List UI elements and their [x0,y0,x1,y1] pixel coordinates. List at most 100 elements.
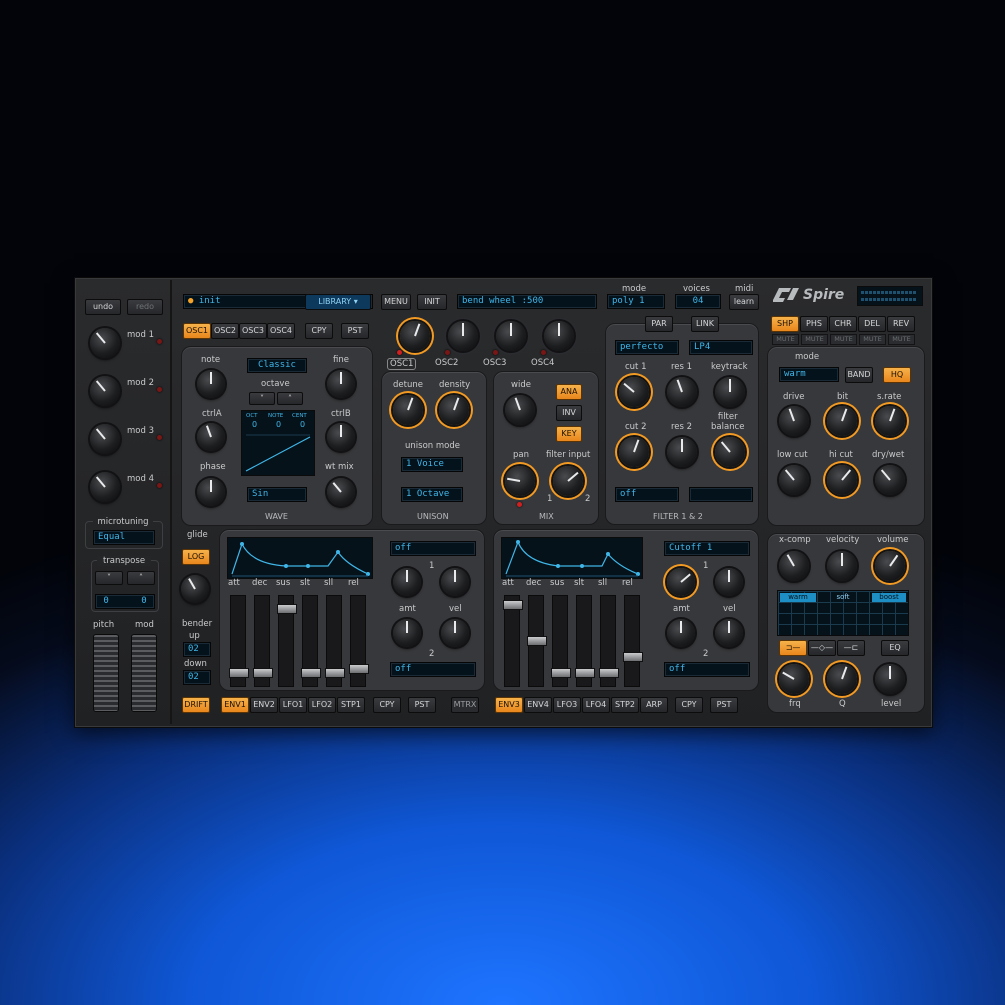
glide-log-button[interactable]: LOG [182,549,210,565]
tab-rev[interactable]: REV [887,316,915,332]
env1-fader-dec[interactable] [253,595,273,687]
env1-fader-cap-rel[interactable] [349,664,369,674]
env2-fader-sll[interactable] [599,595,619,687]
dry-wet-knob[interactable] [875,465,905,495]
octave-up-button[interactable]: ˄ [277,392,303,405]
redo-button[interactable]: redo [127,299,163,315]
tab-shp[interactable]: SHP [771,316,799,332]
bit-knob[interactable] [827,406,857,436]
density-knob[interactable] [439,395,469,425]
osc1-level-knob[interactable] [400,321,430,351]
mute-shp-button[interactable]: MUTE [772,334,799,345]
tab-lfo3[interactable]: LFO3 [553,697,581,713]
env1-amt2-knob[interactable] [393,619,421,647]
env2-fader-sus[interactable] [551,595,571,687]
env2-dest2-display[interactable]: off [664,662,750,677]
octave-down-button[interactable]: ˅ [249,392,275,405]
env1-paste-button[interactable]: PST [408,697,436,713]
low-cut-knob[interactable] [779,465,809,495]
osc4-level-knob[interactable] [544,321,574,351]
tab-del[interactable]: DEL [858,316,886,332]
wave-display[interactable]: Sin [247,487,307,502]
mute-phs-button[interactable]: MUTE [801,334,828,345]
bender-down-display[interactable]: 02 [183,670,211,685]
voices-display[interactable]: 04 [675,294,721,309]
par-button[interactable]: PAR [645,316,673,332]
drift-button[interactable]: DRIFT [182,697,210,713]
env2-fader-cap-sll[interactable] [599,668,619,678]
mod-wheel[interactable] [131,634,157,712]
tab-env4[interactable]: ENV4 [524,697,552,713]
pitch-wheel[interactable] [93,634,119,712]
tab-osc3[interactable]: OSC3 [239,323,267,339]
env1-dest2-display[interactable]: off [390,662,476,677]
tab-phs[interactable]: PHS [800,316,828,332]
fine-knob[interactable] [327,370,355,398]
wt-mix-knob[interactable] [327,478,355,506]
glide-knob[interactable] [181,575,209,603]
tab-lfo4[interactable]: LFO4 [582,697,610,713]
osc3-level-knob[interactable] [496,321,526,351]
tab-osc4[interactable]: OSC4 [267,323,295,339]
band-button[interactable]: BAND [845,367,873,383]
osc-mode-display[interactable]: Classic [247,358,307,373]
env1-fader-sus[interactable] [277,595,297,687]
eq-q-knob[interactable] [827,664,857,694]
init-button[interactable]: INIT [417,294,447,310]
cut1-knob[interactable] [619,377,649,407]
mod-1-knob[interactable] [90,328,120,358]
hi-cut-knob[interactable] [827,465,857,495]
eq-soft-band[interactable]: soft [826,593,860,602]
env1-fader-cap-dec[interactable] [253,668,273,678]
wide-knob[interactable] [505,395,535,425]
env2-fader-cap-sus[interactable] [551,668,571,678]
filter-balance-knob[interactable] [715,437,745,467]
env1-fader-cap-sus[interactable] [277,604,297,614]
link-button[interactable]: LINK [691,316,719,332]
res2-knob[interactable] [667,437,697,467]
unison-voice-display[interactable]: 1 Voice [401,457,463,472]
eq-button[interactable]: EQ [881,640,909,656]
inv-button[interactable]: INV [556,405,582,421]
tab-lfo1[interactable]: LFO1 [279,697,307,713]
hq-button[interactable]: HQ [883,367,911,383]
note-knob[interactable] [197,370,225,398]
tab-lfo2[interactable]: LFO2 [308,697,336,713]
eq-level-knob[interactable] [875,664,905,694]
env1-fader-att[interactable] [229,595,249,687]
tab-env1[interactable]: ENV1 [221,697,249,713]
env1-fader-cap-sll[interactable] [325,668,345,678]
env2-copy-button[interactable]: CPY [675,697,703,713]
env1-fader-cap-att[interactable] [229,668,249,678]
filter1-type-display[interactable]: perfecto [615,340,679,355]
env1-fader-sll[interactable] [325,595,345,687]
eq-frq-knob[interactable] [779,664,809,694]
env2-fader-slt[interactable] [575,595,595,687]
ctrlb-knob[interactable] [327,423,355,451]
env1-amt1-knob[interactable] [393,568,421,596]
transpose-up-button[interactable]: ˄ [127,571,155,585]
env1-vel2-knob[interactable] [441,619,469,647]
mute-rev-button[interactable]: MUTE [888,334,915,345]
ana-button[interactable]: ANA [556,384,582,400]
env2-fader-cap-rel[interactable] [623,652,643,662]
tab-env2[interactable]: ENV2 [250,697,278,713]
filter2-option-display[interactable] [689,487,753,502]
tab-chr[interactable]: CHR [829,316,857,332]
undo-button[interactable]: undo [85,299,121,315]
env2-fader-cap-att[interactable] [503,600,523,610]
x-comp-knob[interactable] [779,551,809,581]
mod-3-knob[interactable] [90,424,120,454]
env2-amt1-knob[interactable] [667,568,695,596]
mtrx-button[interactable]: MTRX [451,697,479,713]
transpose-down-button[interactable]: ˅ [95,571,123,585]
mute-del-button[interactable]: MUTE [859,334,886,345]
srate-knob[interactable] [875,406,905,436]
env2-fader-att[interactable] [503,595,523,687]
res1-knob[interactable] [667,377,697,407]
osc2-level-knob[interactable] [448,321,478,351]
mute-chr-button[interactable]: MUTE [830,334,857,345]
mode-display[interactable]: poly 1 [607,294,665,309]
key-button[interactable]: KEY [556,426,582,442]
env2-fader-cap-dec[interactable] [527,636,547,646]
